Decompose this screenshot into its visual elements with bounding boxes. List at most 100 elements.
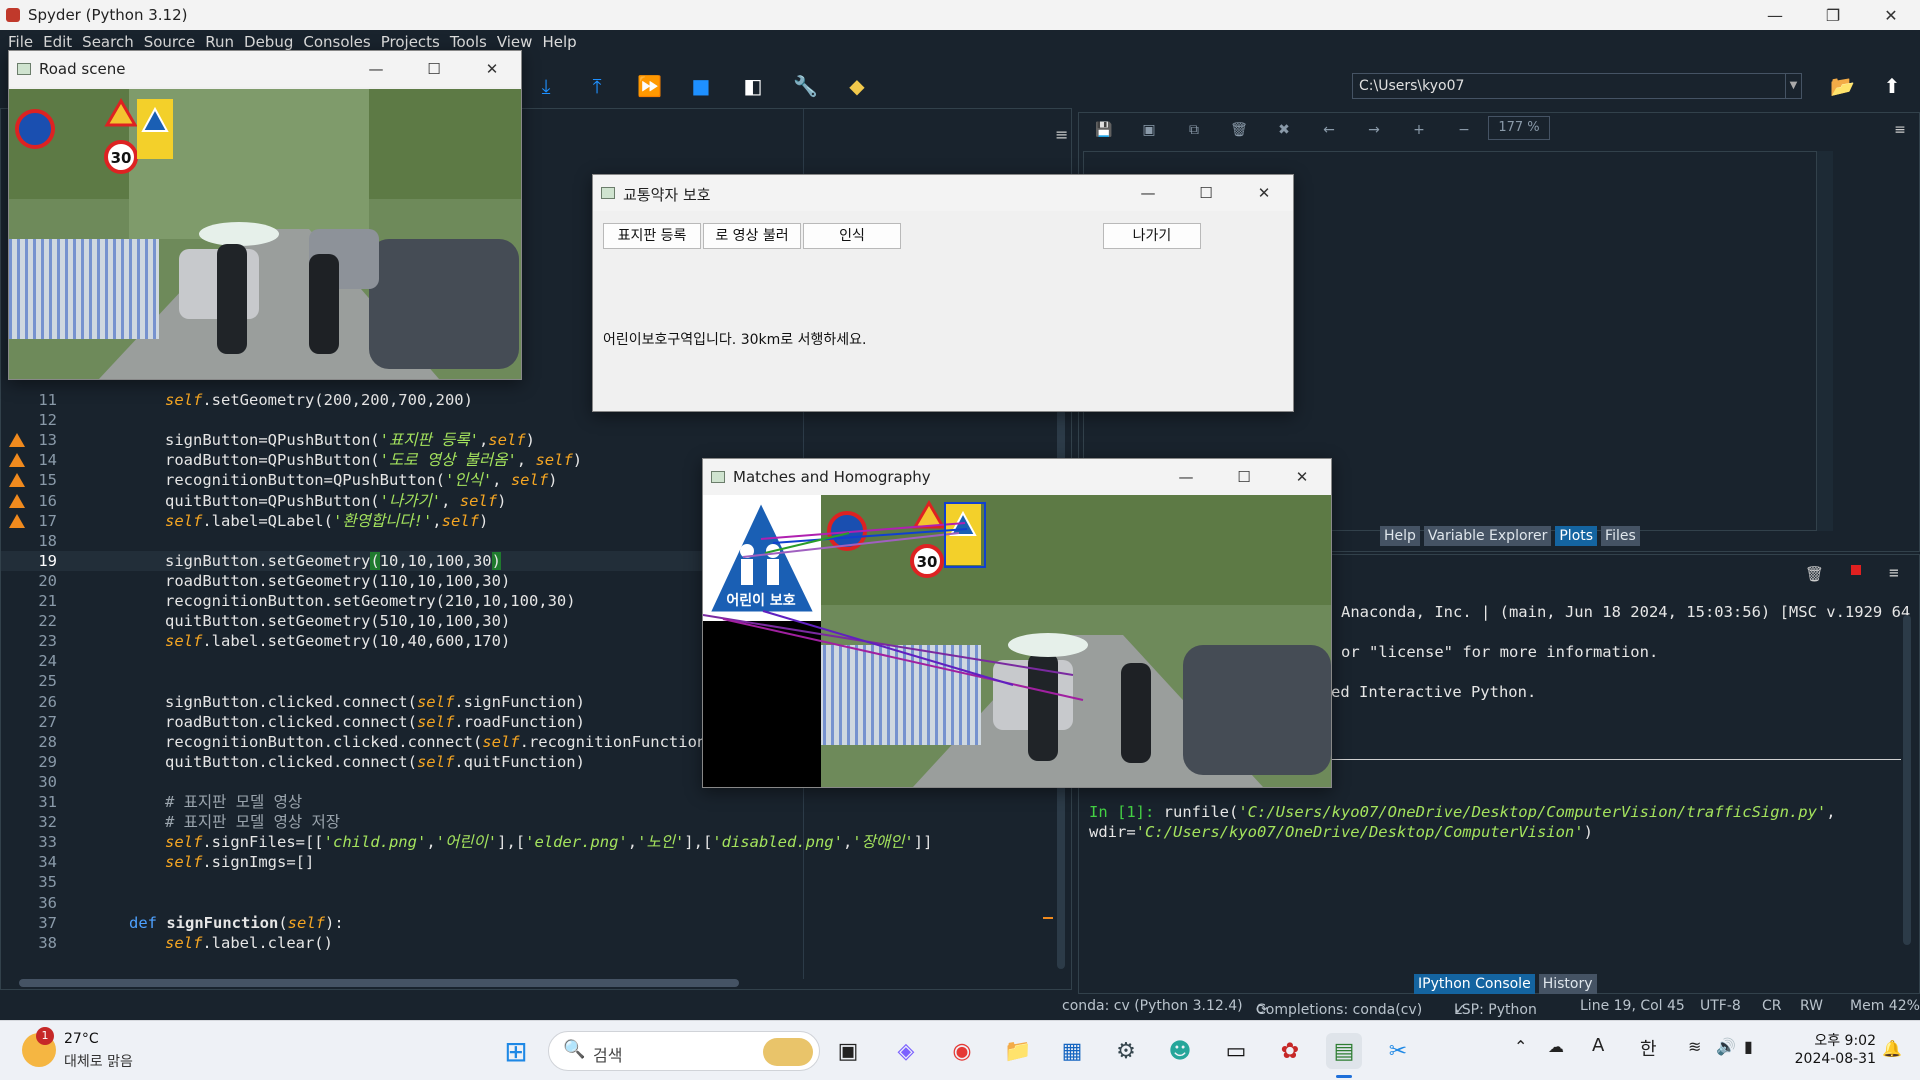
stop-icon[interactable]: ■	[689, 74, 713, 98]
parent-directory-icon[interactable]: ⬆	[1880, 74, 1904, 98]
menu-search[interactable]: Search	[82, 33, 134, 51]
delete-all-plots-icon[interactable]: ✖	[1273, 119, 1295, 141]
menu-help[interactable]: Help	[542, 33, 576, 51]
menu-debug[interactable]: Debug	[244, 33, 293, 51]
wifi-icon[interactable]: ≋	[1688, 1037, 1701, 1056]
task-view-icon[interactable]: ▣	[830, 1033, 866, 1069]
taskbar-search-box[interactable]: 🔍 검색	[548, 1031, 820, 1071]
maximize-icon[interactable]: ☐	[1215, 459, 1273, 495]
microsoft-store-icon[interactable]: ▦	[1054, 1033, 1090, 1069]
code-line[interactable]: 32 # 표지판 모델 영상 저장	[1, 812, 1059, 832]
scroll-thumb[interactable]	[19, 979, 739, 987]
settings-gear-icon[interactable]: ⚙	[1108, 1033, 1144, 1069]
menu-projects[interactable]: Projects	[381, 33, 440, 51]
chevron-up-icon[interactable]: ⌃	[1514, 1037, 1527, 1056]
tab-ipython-console[interactable]: IPython Console	[1414, 974, 1535, 994]
console-options-icon[interactable]: ≡	[1889, 563, 1899, 582]
weather-description[interactable]: 대체로 맑음	[64, 1051, 133, 1071]
maximize-pane-icon[interactable]: ◧	[741, 74, 765, 98]
close-icon[interactable]: ✕	[1862, 0, 1920, 30]
delete-plot-icon[interactable]: 🗑	[1228, 119, 1250, 141]
step-return-icon[interactable]: ⤒	[585, 74, 609, 98]
console-clear-icon[interactable]: 🗑	[1805, 565, 1824, 583]
save-plot-icon[interactable]: 💾	[1093, 119, 1115, 141]
menu-edit[interactable]: Edit	[43, 33, 72, 51]
menu-file[interactable]: File	[8, 33, 33, 51]
onedrive-cloud-icon[interactable]: ☁	[1548, 1037, 1564, 1056]
menu-run[interactable]: Run	[205, 33, 234, 51]
zoom-level-field[interactable]: 177 %	[1488, 116, 1550, 140]
minimize-icon[interactable]: —	[347, 51, 405, 87]
maximize-icon[interactable]: ☐	[1177, 175, 1235, 211]
chrome-icon[interactable]: ◉	[944, 1033, 980, 1069]
tab-files[interactable]: Files	[1601, 526, 1640, 546]
zoom-in-icon[interactable]: +	[1408, 119, 1430, 141]
spyder-taskbar-icon[interactable]: ✿	[1272, 1033, 1308, 1069]
next-plot-icon[interactable]: →	[1363, 119, 1385, 141]
console-stop-icon[interactable]	[1851, 565, 1861, 575]
code-line[interactable]: 33 self.signFiles=[['child.png','어린이'],['…	[1, 832, 1059, 852]
tab-plots[interactable]: Plots	[1555, 526, 1598, 546]
tab-history[interactable]: History	[1538, 974, 1597, 994]
copilot-icon[interactable]: ◈	[888, 1033, 924, 1069]
code-line[interactable]: 38 self.label.clear()	[1, 933, 1059, 953]
close-icon[interactable]: ✕	[1235, 175, 1293, 211]
recognition-button[interactable]: 인식	[803, 223, 901, 249]
terminal-icon[interactable]: ▭	[1218, 1033, 1254, 1069]
qt-window-taskbar-icon[interactable]: ▤	[1326, 1033, 1362, 1069]
zoom-out-icon[interactable]: −	[1453, 119, 1475, 141]
copy-plot-icon[interactable]: ⧉	[1183, 119, 1205, 141]
close-icon[interactable]: ✕	[1273, 459, 1331, 495]
close-icon[interactable]: ✕	[463, 51, 521, 87]
weather-temperature[interactable]: 27°C	[64, 1031, 99, 1047]
code-line[interactable]: 36	[1, 893, 1059, 913]
editor-horizontal-scrollbar[interactable]	[9, 977, 1049, 987]
snipping-tool-icon[interactable]: ✂	[1380, 1033, 1416, 1069]
battery-icon[interactable]: ▮	[1744, 1037, 1753, 1056]
code-line[interactable]: 37 def signFunction(self):	[1, 913, 1059, 933]
register-sign-button[interactable]: 표지판 등록	[603, 223, 701, 249]
code-line[interactable]: 13 signButton=QPushButton('표지판 등록',self)	[1, 430, 1059, 450]
notification-bell-icon[interactable]: 🔔	[1882, 1039, 1902, 1058]
quit-button[interactable]: 나가기	[1103, 223, 1201, 249]
plots-scrollbar[interactable]	[1817, 151, 1833, 531]
minimize-icon[interactable]: —	[1746, 0, 1804, 30]
save-all-plots-icon[interactable]: ▣	[1138, 119, 1160, 141]
step-into-icon[interactable]: ⤓	[534, 74, 558, 98]
tab-help[interactable]: Help	[1380, 526, 1420, 546]
python-path-icon[interactable]: ◆	[845, 74, 869, 98]
chevron-down-icon[interactable]: ▼	[1785, 74, 1801, 98]
menu-consoles[interactable]: Consoles	[303, 33, 370, 51]
editor-options-icon[interactable]: ≡	[1055, 125, 1068, 144]
minimize-icon[interactable]: —	[1119, 175, 1177, 211]
menu-tools[interactable]: Tools	[450, 33, 487, 51]
console-scrollbar[interactable]	[1903, 615, 1911, 945]
code-line[interactable]: 12	[1, 410, 1059, 430]
working-directory-combobox[interactable]: C:\Users\kyo07 ▼	[1352, 73, 1802, 99]
browse-folder-icon[interactable]: 📂	[1830, 74, 1855, 98]
clock-time[interactable]: 오후 9:02	[1786, 1030, 1876, 1050]
continue-icon[interactable]: ⏩	[637, 74, 662, 98]
code-line[interactable]: 31 # 표지판 모델 영상	[1, 792, 1059, 812]
character-app-icon[interactable]: ☻	[1162, 1033, 1198, 1069]
file-explorer-icon[interactable]: 📁	[1000, 1033, 1036, 1069]
code-line[interactable]: 35	[1, 872, 1059, 892]
menu-source[interactable]: Source	[144, 33, 196, 51]
maximize-icon[interactable]: ☐	[405, 51, 463, 87]
tab-variable-explorer[interactable]: Variable Explorer	[1423, 526, 1552, 546]
volume-icon[interactable]: 🔊	[1716, 1037, 1736, 1056]
minimize-icon[interactable]: —	[1157, 459, 1215, 495]
ime-mode-indicator[interactable]: A	[1592, 1035, 1604, 1056]
preferences-wrench-icon[interactable]: 🔧	[793, 74, 818, 98]
menu-view[interactable]: View	[497, 33, 533, 51]
previous-plot-icon[interactable]: ←	[1318, 119, 1340, 141]
ime-hangul-indicator[interactable]: 한	[1640, 1035, 1657, 1061]
plots-options-icon[interactable]: ≡	[1889, 119, 1911, 141]
code-text: signButton.clicked.connect(self.signFunc…	[165, 692, 585, 712]
clock-date[interactable]: 2024-08-31	[1786, 1051, 1876, 1067]
load-road-video-button[interactable]: 로 영상 불러	[703, 223, 801, 249]
windows-start-icon[interactable]: ⊞	[498, 1033, 534, 1069]
code-line[interactable]: 34 self.signImgs=[]	[1, 852, 1059, 872]
status-env[interactable]: conda: cv (Python 3.12.4)	[1062, 998, 1243, 1014]
restore-icon[interactable]: ❐	[1804, 0, 1862, 30]
